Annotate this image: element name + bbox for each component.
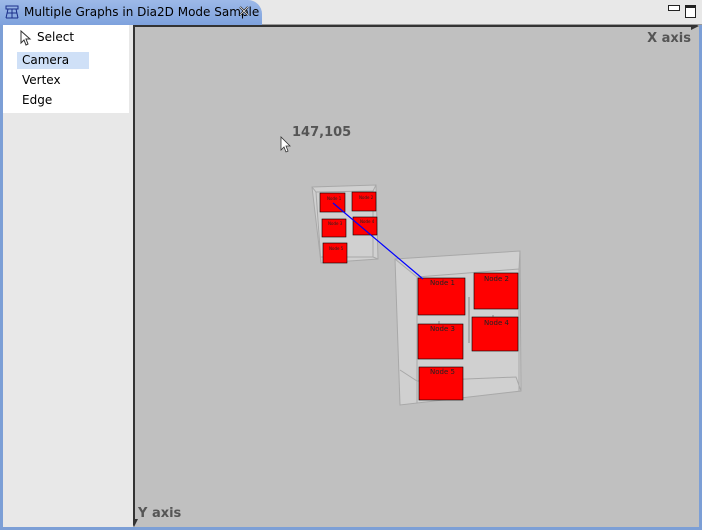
- node-label: Node 2: [359, 195, 374, 200]
- palette-sidebar: Select Camera Vertex Edge: [3, 25, 129, 527]
- node-label: Node 1: [430, 279, 455, 287]
- palette-item-camera[interactable]: Camera: [17, 52, 89, 69]
- node-label: Node 3: [430, 325, 455, 333]
- node-label: Node 4: [484, 319, 509, 327]
- graph-network-icon: [5, 5, 19, 19]
- editor-tab[interactable]: Multiple Graphs in Dia2D Mode Sample: [0, 0, 262, 25]
- palette-item-select[interactable]: Select: [17, 29, 89, 46]
- palette-item-label: Vertex: [22, 73, 61, 87]
- tool-palette: Select Camera Vertex Edge: [3, 25, 129, 113]
- palette-item-label: Edge: [22, 93, 53, 107]
- minimize-icon[interactable]: [668, 5, 680, 11]
- close-icon[interactable]: [238, 5, 250, 17]
- maximize-icon[interactable]: [685, 5, 696, 18]
- palette-item-label: Camera: [22, 53, 70, 67]
- node-label: Node 4: [360, 219, 375, 224]
- mouse-cursor-icon: [280, 136, 291, 153]
- scene-svg: Node 1 Node 2 Node 3 Node 4 Node 5 Node …: [133, 25, 699, 527]
- y-axis-label: Y axis: [138, 506, 182, 521]
- editor-tab-bar: Multiple Graphs in Dia2D Mode Sample: [0, 0, 702, 25]
- palette-item-label: Select: [37, 30, 75, 44]
- coordinate-readout: 147,105: [292, 125, 352, 140]
- graph-canvas[interactable]: Node 1 Node 2 Node 3 Node 4 Node 5 Node …: [133, 25, 699, 527]
- node-label: Node 2: [484, 275, 509, 283]
- arrow-pointer-icon: [20, 30, 32, 46]
- node-label: Node 5: [430, 368, 455, 376]
- node-label: Node 5: [329, 246, 344, 251]
- palette-item-edge[interactable]: Edge: [17, 92, 89, 109]
- node-label: Node 3: [328, 221, 343, 226]
- palette-item-vertex[interactable]: Vertex: [17, 72, 89, 89]
- tab-title: Multiple Graphs in Dia2D Mode Sample: [24, 5, 260, 19]
- node-label: Node 1: [327, 196, 342, 201]
- x-axis-label: X axis: [647, 31, 691, 46]
- x-axis-arrow-icon: [691, 25, 699, 30]
- application-window: Multiple Graphs in Dia2D Mode Sample Sel…: [0, 0, 702, 530]
